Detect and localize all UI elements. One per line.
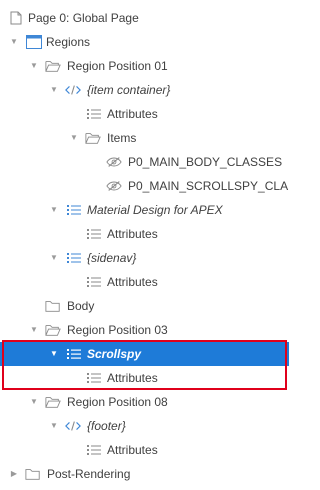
tree-node-region-position-08[interactable]: ▼ Region Position 08 (0, 390, 289, 414)
folder-open-icon (45, 322, 61, 338)
tree-node-label: Attributes (107, 275, 158, 289)
list-icon (86, 106, 102, 122)
tree-node-attributes[interactable]: Attributes (0, 102, 289, 126)
list-icon (86, 274, 102, 290)
collapse-toggle-icon[interactable]: ▼ (49, 421, 59, 431)
tree-node-label: Attributes (107, 227, 158, 241)
tree-node-label: Region Position 01 (67, 59, 168, 73)
tree-node-regions[interactable]: ▼ Regions (0, 30, 289, 54)
tree-node-label: Page 0: Global Page (28, 11, 139, 25)
tree-node-region-position-01[interactable]: ▼ Region Position 01 (0, 54, 289, 78)
collapse-toggle-icon[interactable]: ▼ (49, 85, 59, 95)
collapse-toggle-icon[interactable]: ▼ (49, 349, 59, 359)
eye-slash-icon (106, 178, 122, 194)
tree-node-label: Body (67, 299, 95, 313)
tree-node-label: {sidenav} (87, 251, 137, 265)
tree-node-sidenav[interactable]: ▼ {sidenav} (0, 246, 289, 270)
tree-node-label: {item container} (87, 83, 171, 97)
list-icon (66, 202, 82, 218)
tree-node-body[interactable]: Body (0, 294, 289, 318)
tree-node-label: Region Position 08 (67, 395, 168, 409)
expand-toggle-icon[interactable]: ▶ (9, 469, 19, 479)
tree-node-label: Attributes (107, 443, 158, 457)
page-designer-tree: Page 0: Global Page ▼ Regions ▼ Region P… (0, 0, 289, 490)
tree-node-label: P0_MAIN_SCROLLSPY_CLA (128, 179, 289, 193)
page-icon (8, 10, 24, 26)
folder-icon (25, 466, 41, 482)
list-icon (66, 250, 82, 266)
collapse-toggle-icon[interactable]: ▼ (49, 253, 59, 263)
tree-node-attributes[interactable]: Attributes (0, 270, 289, 294)
tree-node-post-rendering[interactable]: ▶ Post-Rendering (0, 462, 289, 486)
code-icon (65, 82, 81, 98)
tree-node-item-main-scrollspy[interactable]: P0_MAIN_SCROLLSPY_CLA (0, 174, 289, 198)
tree-node-label: Attributes (107, 371, 158, 385)
tree-node-item-main-body-classes[interactable]: P0_MAIN_BODY_CLASSES (0, 150, 289, 174)
tree-node-material-design[interactable]: ▼ Material Design for APEX (0, 198, 289, 222)
folder-open-icon (85, 130, 101, 146)
tree-node-scrollspy[interactable]: ▼ Scrollspy (0, 342, 289, 366)
tree-node-attributes[interactable]: Attributes (0, 438, 289, 462)
tree-node-label: Scrollspy (87, 347, 142, 361)
tree-node-label: Regions (46, 35, 91, 49)
list-icon (86, 226, 102, 242)
tree-node-attributes[interactable]: Attributes (0, 366, 289, 390)
tree-node-label: {footer} (87, 419, 126, 433)
collapse-toggle-icon[interactable]: ▼ (49, 205, 59, 215)
tree-node-items[interactable]: ▼ Items (0, 126, 289, 150)
collapse-toggle-icon[interactable]: ▼ (29, 61, 39, 71)
region-layout-icon (26, 34, 42, 50)
folder-open-icon (45, 394, 61, 410)
tree-node-item-container[interactable]: ▼ {item container} (0, 78, 289, 102)
collapse-toggle-icon[interactable]: ▼ (29, 397, 39, 407)
tree-node-label: P0_MAIN_BODY_CLASSES (128, 155, 283, 169)
collapse-toggle-icon[interactable]: ▼ (69, 133, 79, 143)
tree-node-label: Material Design for APEX (87, 203, 223, 217)
list-icon (86, 370, 102, 386)
code-icon (65, 418, 81, 434)
tree-node-footer[interactable]: ▼ {footer} (0, 414, 289, 438)
collapse-toggle-icon[interactable]: ▼ (29, 325, 39, 335)
tree-node-label: Post-Rendering (47, 467, 131, 481)
tree-node-label: Items (107, 131, 137, 145)
tree-node-label: Attributes (107, 107, 158, 121)
folder-icon (45, 298, 61, 314)
collapse-toggle-icon[interactable]: ▼ (9, 37, 19, 47)
folder-open-icon (45, 58, 61, 74)
tree-node-page[interactable]: Page 0: Global Page (0, 6, 289, 30)
tree-node-label: Region Position 03 (67, 323, 168, 337)
eye-slash-icon (106, 154, 122, 170)
list-icon (66, 346, 82, 362)
list-icon (86, 442, 102, 458)
tree-node-attributes[interactable]: Attributes (0, 222, 289, 246)
tree-node-region-position-03[interactable]: ▼ Region Position 03 (0, 318, 289, 342)
